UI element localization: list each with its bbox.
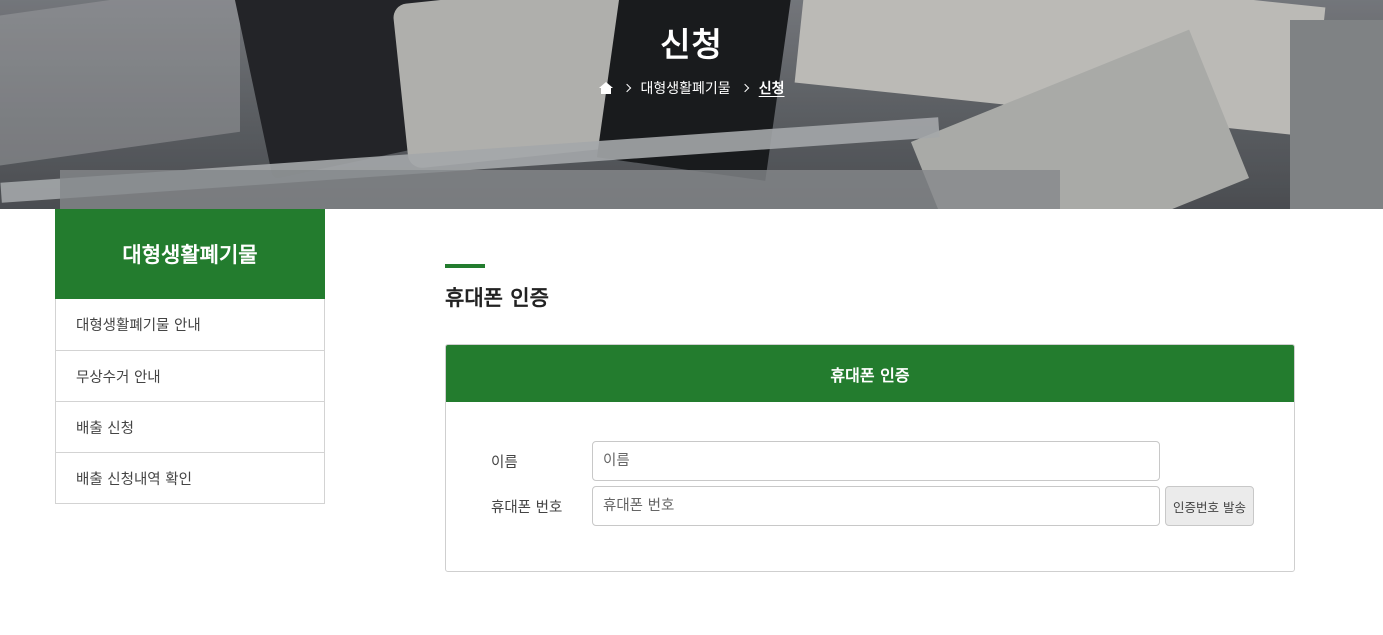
chevron-right-icon: [740, 83, 749, 93]
phone-row: 휴대폰 번호 인증번호 발송: [446, 486, 1294, 526]
send-code-button[interactable]: 인증번호 발송: [1165, 486, 1254, 526]
phone-verification-card: 휴대폰 인증 이름 휴대폰 번호 인증번호 발송: [445, 344, 1295, 572]
sidebar-item-free-collection[interactable]: 무상수거 안내: [56, 350, 324, 401]
phone-label: 휴대폰 번호: [491, 499, 563, 516]
sidebar-item-apply[interactable]: 배출 신청: [56, 401, 324, 452]
sidebar-title: 대형생활폐기물: [55, 209, 325, 299]
section-accent-bar: [445, 264, 485, 268]
breadcrumb: 대형생활폐기물 신청: [0, 78, 1383, 98]
card-header: 휴대폰 인증: [446, 345, 1294, 402]
sidebar: 대형생활폐기물 대형생활폐기물 안내 무상수거 안내 배출 신청 배출 신청내역…: [55, 209, 325, 504]
name-label: 이름: [491, 454, 518, 471]
section-title: 휴대폰 인증: [445, 286, 549, 310]
breadcrumb-item-current[interactable]: 신청: [759, 78, 785, 98]
sidebar-item-guide[interactable]: 대형생활폐기물 안내: [56, 299, 324, 350]
page-title: 신청: [660, 25, 723, 64]
name-row: 이름: [446, 441, 1294, 481]
hero-banner: 신청 대형생활폐기물 신청: [0, 0, 1383, 209]
sidebar-menu: 대형생활폐기물 안내 무상수거 안내 배출 신청 배출 신청내역 확인: [55, 299, 325, 504]
home-icon[interactable]: [598, 81, 613, 95]
name-input[interactable]: [592, 441, 1160, 481]
chevron-right-icon: [622, 83, 631, 93]
phone-input[interactable]: [592, 486, 1160, 526]
sidebar-item-history[interactable]: 배출 신청내역 확인: [56, 452, 324, 503]
breadcrumb-item-category[interactable]: 대형생활폐기물: [641, 78, 731, 98]
